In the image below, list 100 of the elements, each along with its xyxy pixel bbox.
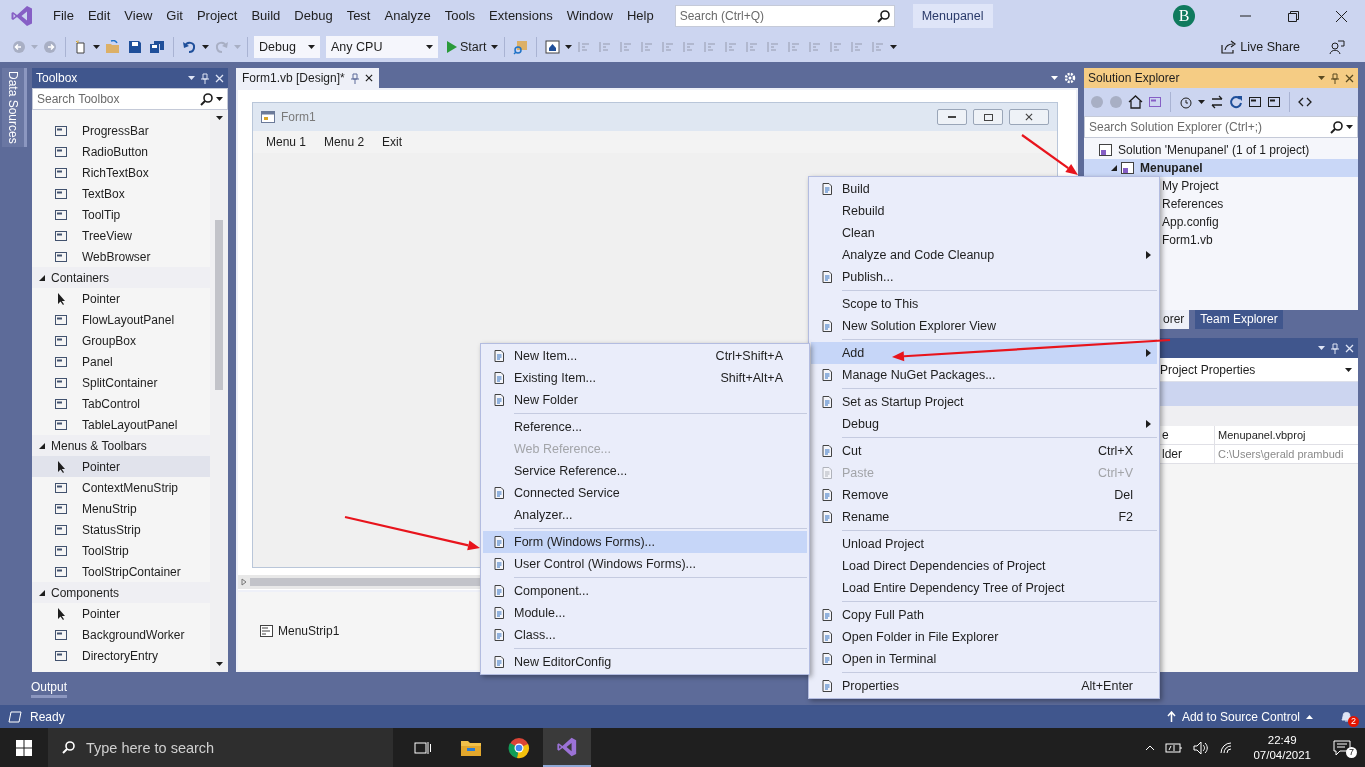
menu-bar-item[interactable]: Analyze	[377, 5, 438, 27]
toolbox-item[interactable]: BackgroundWorker	[32, 624, 210, 645]
home-icon[interactable]	[1128, 95, 1143, 109]
menu-item[interactable]: New EditorConfig	[483, 651, 807, 673]
notifications-button[interactable]: 2	[1335, 706, 1357, 727]
menu-item[interactable]: Publish...	[811, 266, 1157, 288]
sync-icon[interactable]	[1210, 95, 1224, 109]
menu-item[interactable]: Set as Startup Project	[811, 391, 1157, 413]
time-text[interactable]: 22:49	[1267, 732, 1297, 748]
menu-item[interactable]: Class...	[483, 624, 807, 646]
toolbox-item[interactable]: TreeView	[32, 225, 210, 246]
toolbox-item[interactable]: ToolStrip	[32, 540, 210, 561]
menu-bar-item[interactable]: Debug	[287, 5, 340, 27]
toolbox-item[interactable]: WebBrowser	[32, 246, 210, 267]
panel-tab[interactable]: orer	[1158, 310, 1190, 329]
menu-item[interactable]: Rebuild	[811, 200, 1157, 222]
form-menu-item[interactable]: Menu 1	[257, 135, 316, 149]
tray-component[interactable]: MenuStrip1	[260, 624, 340, 638]
toolbox-item[interactable]: TextBox	[32, 183, 210, 204]
history-icon[interactable]	[1179, 95, 1193, 109]
expand-arrow-icon[interactable]	[1110, 164, 1118, 172]
menu-item[interactable]: Existing Item... Shift+Alt+A	[483, 367, 807, 389]
menu-bar-item[interactable]: Extensions	[482, 5, 560, 27]
platform-dropdown[interactable]: Any CPU	[326, 36, 438, 58]
source-control-button[interactable]: Add to Source Control	[1166, 709, 1313, 724]
scroll-thumb[interactable]	[215, 220, 223, 390]
scroll-left-icon[interactable]	[240, 578, 248, 586]
toolbox-item[interactable]: SplitContainer	[32, 372, 210, 393]
menu-item[interactable]: Analyze and Code Cleanup	[811, 244, 1157, 266]
menu-item[interactable]: New Folder	[483, 389, 807, 411]
toolbox-item[interactable]: MenuStrip	[32, 498, 210, 519]
menu-bar-item[interactable]: Build	[244, 5, 288, 27]
toolbox-item[interactable]: Pointer	[32, 288, 210, 309]
menu-bar-item[interactable]: Test	[339, 5, 378, 27]
close-icon[interactable]	[364, 74, 373, 82]
menu-bar-item[interactable]: Edit	[80, 5, 118, 27]
menu-item[interactable]: Component...	[483, 580, 807, 602]
start-button[interactable]: Start	[445, 36, 489, 58]
volume-icon[interactable]	[1193, 740, 1210, 755]
menu-bar-item[interactable]: Git	[159, 5, 190, 27]
toolbox-group[interactable]: Menus & Toolbars	[32, 435, 210, 456]
toolbox-item[interactable]: DirectoryEntry	[32, 645, 210, 666]
minimize-button[interactable]	[937, 109, 967, 125]
code-icon[interactable]	[1298, 97, 1312, 107]
action-center-button[interactable]: 7	[1329, 737, 1355, 758]
show-all-files-icon[interactable]	[1267, 95, 1281, 109]
toolbox-item[interactable]: RadioButton	[32, 141, 210, 162]
menu-item[interactable]: Copy Full Path	[811, 604, 1157, 626]
toolbox-item[interactable]: GroupBox	[32, 330, 210, 351]
search-field[interactable]: Search Solution Explorer (Ctrl+;)	[1084, 116, 1358, 138]
toolbox-item[interactable]: TableLayoutPanel	[32, 414, 210, 435]
menu-bar-item[interactable]: Project	[189, 5, 245, 27]
toolbox-group[interactable]: Containers	[32, 267, 210, 288]
expand-arrow-icon[interactable]	[38, 273, 46, 282]
toolbox-item[interactable]: Pointer	[32, 603, 210, 624]
toolbox-item[interactable]: ContextMenuStrip	[32, 477, 210, 498]
menu-item[interactable]: Open Folder in File Explorer	[811, 626, 1157, 648]
toolbox-item[interactable]: TabControl	[32, 393, 210, 414]
maximize-button[interactable]	[973, 109, 1003, 125]
expand-arrow-icon[interactable]	[38, 588, 46, 597]
menu-bar-item[interactable]: View	[117, 5, 160, 27]
panel-tab[interactable]: Team Explorer	[1195, 310, 1283, 329]
toolbox-item[interactable]: ProgressBar	[32, 120, 210, 141]
date-text[interactable]: 07/04/2021	[1253, 747, 1311, 763]
menu-item[interactable]: Remove Del	[811, 484, 1157, 506]
menu-bar-item[interactable]: Help	[619, 5, 661, 27]
toolbox-item[interactable]: ToolStripContainer	[32, 561, 210, 582]
pin-icon[interactable]	[350, 72, 359, 84]
scrollbar[interactable]	[210, 110, 228, 672]
menu-item[interactable]: Connected Service	[483, 482, 807, 504]
menu-item[interactable]: Analyzer...	[483, 504, 807, 526]
battery-icon[interactable]	[1165, 741, 1184, 754]
taskbar-app-button[interactable]	[543, 728, 591, 767]
expand-arrow-icon[interactable]	[38, 441, 46, 450]
configuration-dropdown[interactable]: Debug	[254, 36, 320, 58]
form-menu-item[interactable]: Exit	[373, 135, 412, 149]
menu-item[interactable]: Load Direct Dependencies of Project	[811, 555, 1157, 577]
tree-item[interactable]: Menupanel	[1084, 159, 1358, 177]
menu-item[interactable]: Scope to This	[811, 293, 1157, 315]
panel-tab[interactable]: Output	[31, 680, 68, 698]
menu-item[interactable]: New Solution Explorer View	[811, 315, 1157, 337]
form-menu-item[interactable]: Menu 2	[315, 135, 374, 149]
refresh-icon[interactable]	[1229, 95, 1243, 109]
menu-item[interactable]: Module...	[483, 602, 807, 624]
search-field[interactable]: Search (Ctrl+Q)	[674, 5, 895, 27]
toolbox-item[interactable]: StatusStrip	[32, 519, 210, 540]
menu-item[interactable]: Rename F2	[811, 506, 1157, 528]
toolbox-item[interactable]: Panel	[32, 351, 210, 372]
menu-bar-item[interactable]: Window	[559, 5, 620, 27]
pin-icon[interactable]	[1331, 72, 1339, 84]
toolbox-item[interactable]: FlowLayoutPanel	[32, 309, 210, 330]
collapse-all-icon[interactable]	[1248, 95, 1262, 109]
toolbox-group[interactable]: Components	[32, 582, 210, 603]
menu-item[interactable]: Clean	[811, 222, 1157, 244]
menu-item[interactable]: Open in Terminal	[811, 648, 1157, 670]
menu-item[interactable]: Reference...	[483, 416, 807, 438]
solution-view-icon[interactable]	[1148, 95, 1162, 109]
search-field[interactable]: Search Toolbox	[32, 88, 228, 110]
live-share-button[interactable]: Live Share	[1219, 36, 1302, 58]
show-hidden-icons-icon[interactable]	[1145, 744, 1156, 751]
